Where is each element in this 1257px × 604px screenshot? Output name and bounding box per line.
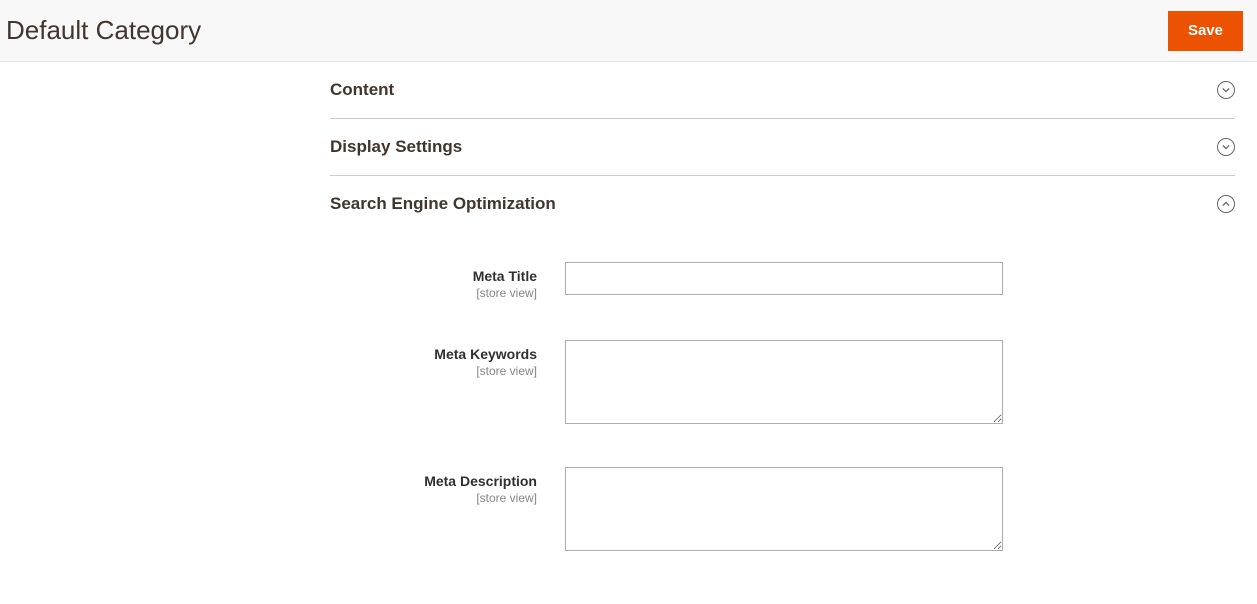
section-display-settings-title: Display Settings [330, 137, 462, 157]
section-content-title: Content [330, 80, 394, 100]
label-meta-title: Meta Title [330, 268, 537, 284]
section-seo-body: Meta Title [store view] Meta Keywords [s… [330, 232, 1235, 604]
control-wrap-meta-title [565, 262, 1003, 295]
scope-meta-title: [store view] [330, 286, 537, 300]
field-row-meta-keywords: Meta Keywords [store view] [330, 340, 1235, 427]
page-header: Default Category Save [0, 0, 1257, 62]
field-row-meta-title: Meta Title [store view] [330, 262, 1235, 300]
label-meta-keywords: Meta Keywords [330, 346, 537, 362]
chevron-down-icon [1217, 81, 1235, 99]
scope-meta-keywords: [store view] [330, 364, 537, 378]
meta-description-input[interactable] [565, 467, 1003, 551]
control-wrap-meta-description [565, 467, 1003, 554]
label-wrap-meta-keywords: Meta Keywords [store view] [330, 340, 565, 378]
section-seo-header[interactable]: Search Engine Optimization [330, 176, 1235, 232]
section-content-header[interactable]: Content [330, 62, 1235, 118]
label-wrap-meta-title: Meta Title [store view] [330, 262, 565, 300]
section-seo-title: Search Engine Optimization [330, 194, 556, 214]
section-content: Content [330, 62, 1235, 119]
meta-title-input[interactable] [565, 262, 1003, 295]
save-button[interactable]: Save [1168, 11, 1243, 51]
section-display-settings: Display Settings [330, 119, 1235, 176]
chevron-down-icon [1217, 138, 1235, 156]
meta-keywords-input[interactable] [565, 340, 1003, 424]
section-display-settings-header[interactable]: Display Settings [330, 119, 1235, 175]
scope-meta-description: [store view] [330, 491, 537, 505]
label-meta-description: Meta Description [330, 473, 537, 489]
label-wrap-meta-description: Meta Description [store view] [330, 467, 565, 505]
page-title: Default Category [6, 15, 201, 46]
field-row-meta-description: Meta Description [store view] [330, 467, 1235, 554]
content-area: Content Display Settings Search Engine O… [0, 62, 1257, 604]
control-wrap-meta-keywords [565, 340, 1003, 427]
chevron-up-icon [1217, 195, 1235, 213]
section-seo: Search Engine Optimization Meta Title [s… [330, 176, 1235, 604]
